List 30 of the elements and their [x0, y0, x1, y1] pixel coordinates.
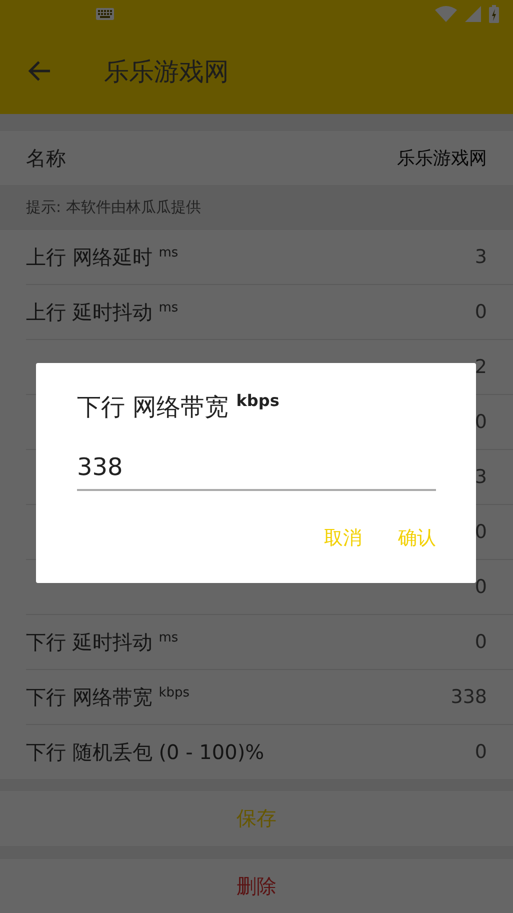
- keyboard-icon: [96, 8, 114, 20]
- name-label: 名称: [26, 144, 66, 172]
- action-button[interactable]: 删除: [0, 859, 513, 913]
- setting-label: 上行 网络延时 $^{ms}$: [26, 244, 178, 270]
- setting-value: 0: [474, 741, 487, 763]
- setting-label: 下行 随机丢包 (0 - 100)%: [26, 738, 264, 766]
- name-row[interactable]: 名称 乐乐游戏网: [0, 131, 513, 185]
- setting-value: 0: [474, 411, 487, 433]
- wifi-icon: [435, 6, 457, 22]
- name-value: 乐乐游戏网: [397, 147, 487, 170]
- setting-label: 下行 网络带宽 $^{kbps}$: [26, 684, 190, 710]
- setting-value: 0: [474, 521, 487, 543]
- setting-value: 0: [474, 631, 487, 653]
- action-button[interactable]: 保存: [0, 791, 513, 846]
- setting-label: 下行 延时抖动 $^{ms}$: [26, 628, 178, 656]
- battery-icon: [489, 5, 499, 23]
- app-title: 乐乐游戏网: [104, 56, 229, 88]
- dialog-title: 下行 网络带宽 $^{kbps}$: [77, 391, 280, 423]
- setting-value: 0: [474, 576, 487, 598]
- dialog-button[interactable]: 取消: [324, 521, 362, 555]
- hint-text: 提示: 本软件由林瓜瓜提供: [25, 197, 202, 218]
- dialog-button[interactable]: 确认: [398, 521, 436, 555]
- setting-value: 0: [474, 301, 487, 323]
- setting-value: 338: [450, 686, 487, 708]
- signal-icon: [465, 6, 481, 22]
- back-arrow-icon[interactable]: [28, 59, 52, 83]
- setting-label: 上行 延时抖动 $^{ms}$: [26, 298, 178, 326]
- setting-value: 3: [474, 246, 487, 268]
- setting-value: 3: [474, 466, 487, 488]
- setting-value: 2: [474, 356, 487, 378]
